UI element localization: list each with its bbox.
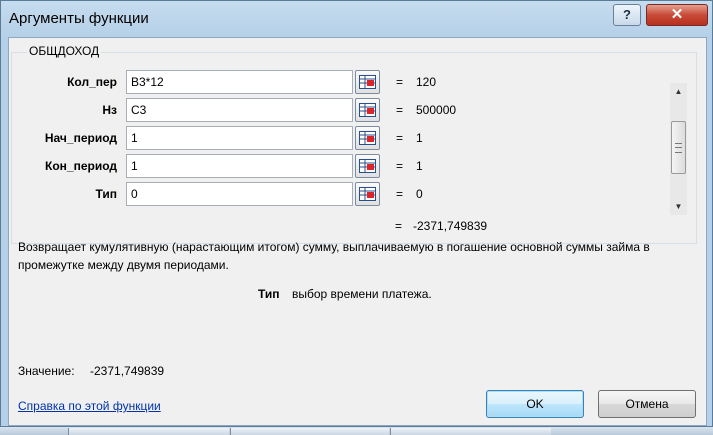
range-select-icon [359,75,376,89]
argument-row-end-period: Кон_период = 1 [12,154,482,178]
argument-result: 500000 [416,103,457,117]
argument-result: 1 [416,131,423,145]
argument-row-start-period: Нач_период = 1 [12,126,482,150]
argument-input-start-period[interactable] [126,126,353,150]
argument-label: Нз [102,103,117,117]
dialog-body: ОБЩДОХОД Кол_пер = 120 Нз = 500000 [8,37,707,426]
argument-row-nper: Кол_пер = 120 [12,70,482,94]
collapse-dialog-button[interactable] [355,98,380,122]
equals-sign: = [396,131,404,145]
argument-label: Нач_период [44,131,117,145]
argument-input-pv[interactable] [126,98,353,122]
function-arguments-dialog: Аргументы функции ? ✕ ОБЩДОХОД Кол_пер =… [0,0,713,427]
argument-input-end-period[interactable] [126,154,353,178]
range-select-icon [359,159,376,173]
function-name-label: ОБЩДОХОД [27,44,102,58]
equals-sign: = [396,103,404,117]
scroll-down-arrow-icon[interactable]: ▼ [670,198,687,215]
argument-label: Кол_пер [67,75,117,89]
taskbar-segment [230,428,389,435]
collapse-dialog-button[interactable] [355,154,380,178]
collapse-dialog-button[interactable] [355,182,380,206]
arguments-group: ОБЩДОХОД Кол_пер = 120 Нз = 500000 [11,44,697,244]
cancel-button[interactable]: Отмена [598,390,696,418]
equals-sign: = [395,219,403,233]
close-button[interactable]: ✕ [646,4,708,26]
title-bar[interactable]: Аргументы функции ? ✕ [1,1,712,37]
range-select-icon [359,131,376,145]
equals-sign: = [396,187,404,201]
argument-result: 120 [416,75,437,89]
parameter-help-name: Тип [258,287,280,301]
argument-row-pv: Нз = 500000 [12,98,482,122]
argument-input-nper[interactable] [126,70,353,94]
scroll-up-arrow-icon[interactable]: ▲ [670,83,687,100]
formula-result: -2371,749839 [413,219,488,233]
taskbar-segment [390,428,551,435]
argument-input-type[interactable] [126,182,353,206]
function-description: Возвращает кумулятивную (нарастающим ито… [18,240,650,272]
range-select-icon [359,187,376,201]
background-taskbar [0,427,713,435]
ok-button[interactable]: OK [486,390,584,418]
argument-label: Кон_период [45,159,117,173]
value-result: -2371,749839 [90,364,165,378]
collapse-dialog-button[interactable] [355,126,380,150]
dialog-title: Аргументы функции [9,10,149,27]
argument-row-type: Тип = 0 [12,182,482,206]
argument-result: 1 [416,159,423,173]
value-label: Значение: [18,364,75,378]
arguments-scrollbar[interactable]: ▲ ▼ [670,83,687,215]
equals-sign: = [396,159,404,173]
argument-result: 0 [416,187,423,201]
argument-label: Тип [95,187,118,201]
taskbar-segment [68,428,229,435]
help-button[interactable]: ? [613,4,641,26]
grip-icon [675,143,682,153]
scroll-thumb[interactable] [671,121,686,174]
function-help-link[interactable]: Справка по этой функции [18,399,161,413]
parameter-help-text: выбор времени платежа. [292,287,432,301]
range-select-icon [359,103,376,117]
equals-sign: = [396,75,404,89]
collapse-dialog-button[interactable] [355,70,380,94]
